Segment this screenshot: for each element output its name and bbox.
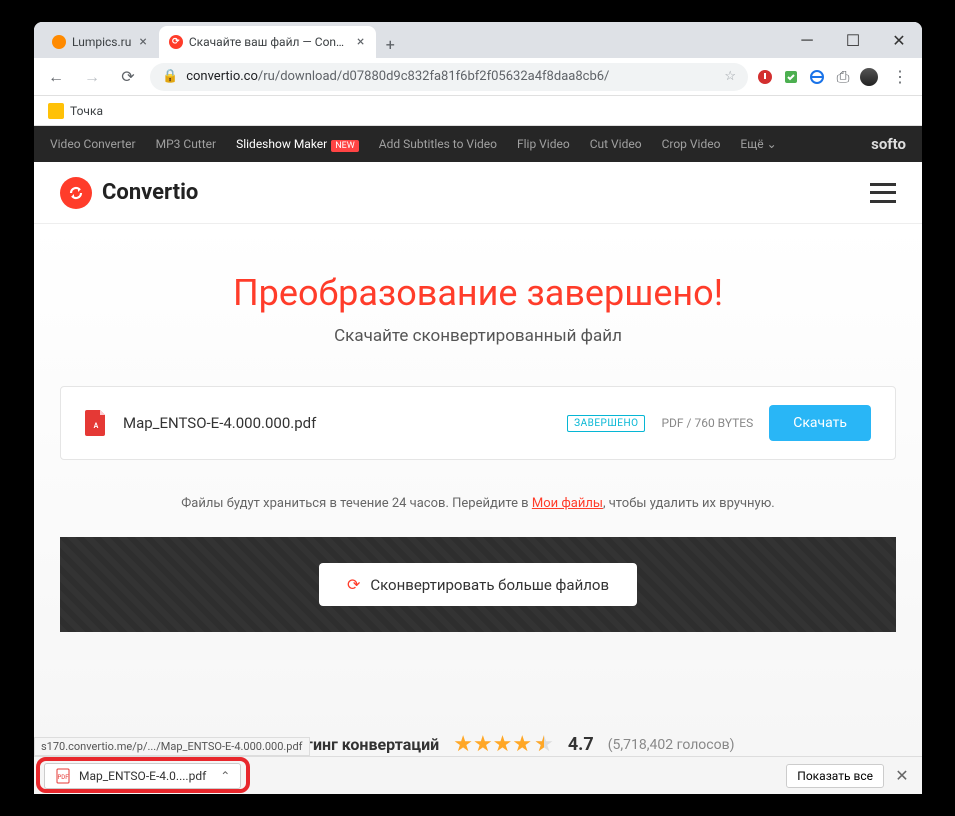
url-text: convertio.co/ru/download/d07880d9c832fa8…: [186, 69, 716, 84]
softo-nav: Video Converter MP3 Cutter Slideshow Mak…: [34, 126, 922, 162]
window-controls: ─ ☐ ✕: [784, 22, 922, 58]
url-path: /ru/download/d07880d9c832fa81f6bf2f05632…: [258, 69, 610, 84]
pdf-icon: PDF: [55, 768, 71, 784]
bookmarks-bar: Точка: [34, 96, 922, 126]
close-icon[interactable]: ×: [355, 34, 366, 50]
logo-text: Convertio: [102, 180, 198, 205]
main-section: Преобразование завершено! Скачайте сконв…: [34, 224, 922, 757]
menu-button[interactable]: ⋮: [886, 63, 914, 91]
stars-icon: ★★★★★★: [453, 732, 554, 757]
nav-link-label: Ещё: [740, 137, 763, 151]
softo-brand: softo: [871, 135, 906, 153]
chevron-down-icon: ⌄: [767, 137, 777, 151]
new-badge: NEW: [331, 140, 359, 152]
forward-button[interactable]: →: [78, 63, 106, 91]
nav-link[interactable]: MP3 Cutter: [156, 137, 216, 151]
favicon-icon: ⟳: [169, 35, 183, 49]
new-tab-button[interactable]: +: [376, 30, 404, 58]
favicon-icon: [52, 35, 66, 49]
profile-avatar[interactable]: [860, 68, 878, 86]
pdf-icon: A: [85, 410, 107, 436]
file-result-row: A Map_ENTSO-E-4.000.000.pdf ЗАВЕРШЕНО PD…: [60, 386, 896, 460]
download-button[interactable]: Скачать: [769, 405, 871, 441]
file-meta: PDF / 760 BYTES: [661, 416, 753, 430]
lock-icon: 🔒: [162, 69, 178, 84]
rating-value: 4.7: [568, 734, 594, 755]
tab-lumpics[interactable]: Lumpics.ru ×: [42, 26, 159, 58]
download-item[interactable]: PDF Map_ENTSO-E-4.0....pdf ⌃: [44, 763, 241, 789]
page-content: Video Converter MP3 Cutter Slideshow Mak…: [34, 126, 922, 794]
close-button[interactable]: ✕: [876, 22, 922, 58]
nav-link[interactable]: Add Subtitles to Video: [379, 137, 497, 151]
bookmark-star-icon[interactable]: ☆: [724, 69, 736, 84]
svg-text:A: A: [94, 422, 99, 430]
convert-more-button[interactable]: ⟳ Сконвертировать больше файлов: [319, 563, 637, 606]
nav-link[interactable]: Slideshow Maker NEW: [236, 137, 359, 151]
svg-text:PDF: PDF: [57, 774, 69, 781]
page-title: Преобразование завершено!: [60, 272, 896, 314]
nav-link[interactable]: Cut Video: [590, 137, 642, 151]
storage-note: Файлы будут храниться в течение 24 часов…: [60, 476, 896, 537]
extensions: ⎙ ⋮: [756, 63, 914, 91]
tab-convertio[interactable]: ⟳ Скачайте ваш файл — Convertio ×: [159, 26, 376, 58]
refresh-icon: ⟳: [347, 575, 360, 594]
note-text: , чтобы удалить их вручную.: [603, 496, 775, 511]
download-shelf: PDF Map_ENTSO-E-4.0....pdf ⌃ Показать вс…: [34, 756, 922, 794]
download-filename: Map_ENTSO-E-4.0....pdf: [79, 769, 206, 783]
nav-link-more[interactable]: Ещё ⌄: [740, 137, 776, 151]
convert-more-band: ⟳ Сконвертировать больше файлов: [60, 537, 896, 632]
reading-list-icon[interactable]: ⎙: [834, 68, 852, 86]
extension-icon[interactable]: [756, 68, 774, 86]
back-button[interactable]: ←: [42, 63, 70, 91]
my-files-link[interactable]: Мои файлы: [532, 496, 603, 511]
maximize-button[interactable]: ☐: [830, 22, 876, 58]
minimize-button[interactable]: ─: [784, 22, 830, 58]
menu-button[interactable]: [870, 183, 896, 203]
extension-icon[interactable]: [808, 68, 826, 86]
nav-link[interactable]: Flip Video: [517, 137, 570, 151]
note-text: Файлы будут храниться в течение 24 часов…: [181, 496, 532, 511]
nav-link-label: Slideshow Maker: [236, 137, 327, 151]
nav-link[interactable]: Video Converter: [50, 137, 136, 151]
tab-title: Скачайте ваш файл — Convertio: [189, 35, 349, 49]
tab-title: Lumpics.ru: [72, 35, 131, 49]
logo[interactable]: Convertio: [60, 177, 198, 209]
status-bar-url: s170.convertio.me/p/.../Map_ENTSO-E-4.00…: [34, 737, 310, 756]
logo-icon: [60, 177, 92, 209]
address-bar: ← → ⟳ 🔒 convertio.co/ru/download/d07880d…: [34, 58, 922, 96]
browser-window: Lumpics.ru × ⟳ Скачайте ваш файл — Conve…: [34, 22, 922, 794]
url-host: convertio.co: [186, 69, 258, 84]
tab-strip: Lumpics.ru × ⟳ Скачайте ваш файл — Conve…: [34, 24, 784, 58]
site-header: Convertio: [34, 162, 922, 224]
file-name: Map_ENTSO-E-4.000.000.pdf: [123, 414, 551, 432]
folder-icon: [48, 103, 64, 119]
url-input[interactable]: 🔒 convertio.co/ru/download/d07880d9c832f…: [150, 63, 748, 91]
close-icon[interactable]: ✕: [892, 766, 912, 785]
chevron-up-icon[interactable]: ⌃: [220, 769, 230, 783]
rating-count: (5,718,402 голосов): [608, 737, 735, 753]
extension-icon[interactable]: [782, 68, 800, 86]
bookmark-item[interactable]: Точка: [70, 104, 103, 118]
reload-button[interactable]: ⟳: [114, 63, 142, 91]
nav-link[interactable]: Crop Video: [662, 137, 721, 151]
page-subtitle: Скачайте сконвертированный файл: [60, 326, 896, 346]
close-icon[interactable]: ×: [137, 34, 148, 50]
convert-more-label: Сконвертировать больше файлов: [370, 576, 609, 594]
show-all-button[interactable]: Показать все: [786, 764, 884, 788]
titlebar: Lumpics.ru × ⟳ Скачайте ваш файл — Conve…: [34, 22, 922, 58]
status-badge: ЗАВЕРШЕНО: [567, 415, 645, 432]
